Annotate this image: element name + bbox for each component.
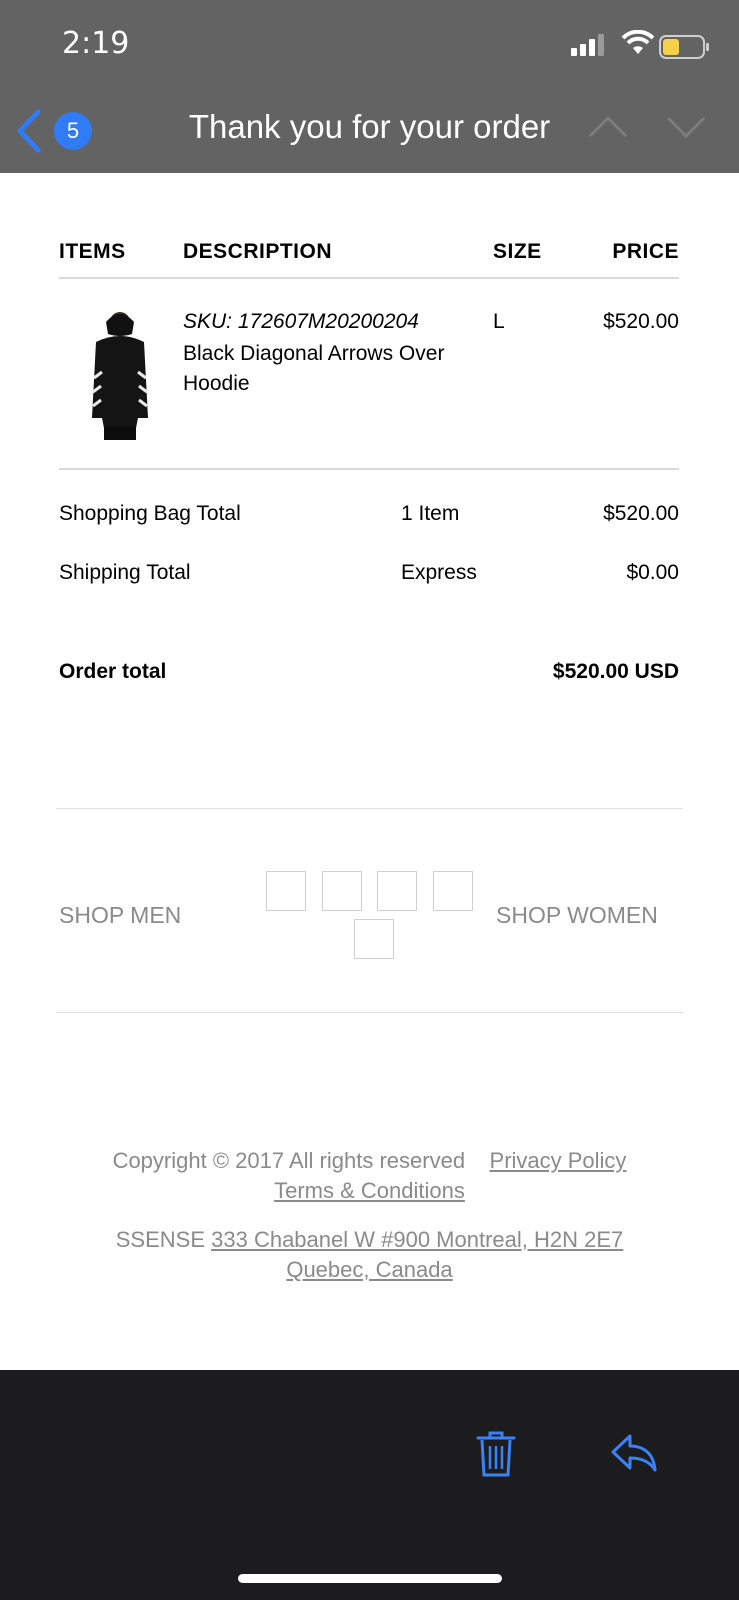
footer-address-line: SSENSE 333 Chabanel W #900 Montreal, H2N…: [0, 1227, 739, 1253]
mail-toolbar: [0, 1370, 739, 1600]
order-total-value: $520.00 USD: [552, 660, 679, 683]
footer-legal-line: Copyright © 2017 All rights reserved Pri…: [0, 1148, 739, 1174]
address-link-2[interactable]: Quebec, Canada: [286, 1257, 452, 1282]
footer-address-line2: Quebec, Canada: [0, 1257, 739, 1283]
product-sku: SKU: 172607M20200204: [183, 310, 419, 333]
divider: [56, 1012, 683, 1013]
status-time: 2:19: [62, 26, 130, 61]
terms-link[interactable]: Terms & Conditions: [274, 1178, 465, 1203]
status-icons: [571, 30, 711, 60]
mail-header: 2:19 5 Thank you for your order: [0, 0, 739, 173]
battery-icon: [659, 35, 709, 59]
column-header-items: ITEMS: [59, 240, 126, 263]
order-total-label: Order total: [59, 660, 167, 683]
trash-icon[interactable]: [476, 1430, 516, 1478]
column-header-size: SIZE: [493, 240, 542, 263]
social-image-placeholder[interactable]: [322, 871, 362, 911]
shipping-total-value: $0.00: [626, 561, 679, 584]
shop-men-link[interactable]: SHOP MEN: [59, 902, 181, 929]
social-image-placeholder[interactable]: [354, 919, 394, 959]
chevron-down-icon[interactable]: [664, 112, 708, 142]
column-header-price: PRICE: [612, 240, 679, 263]
divider: [59, 277, 679, 279]
social-image-placeholder[interactable]: [266, 871, 306, 911]
company-name: SSENSE: [115, 1227, 205, 1252]
product-image[interactable]: [88, 308, 152, 440]
chevron-up-icon[interactable]: [586, 112, 630, 142]
wifi-icon: [621, 30, 655, 54]
divider: [59, 468, 679, 470]
address-link[interactable]: 333 Chabanel W #900 Montreal, H2N 2E7: [211, 1227, 623, 1252]
divider: [56, 808, 683, 809]
footer-terms-line: Terms & Conditions: [0, 1178, 739, 1204]
product-name[interactable]: Black Diagonal Arrows Over Hoodie: [183, 339, 473, 399]
bag-total-value: $520.00: [603, 502, 679, 525]
shop-women-link[interactable]: SHOP WOMEN: [496, 902, 658, 929]
reply-icon[interactable]: [610, 1432, 658, 1474]
column-header-description: DESCRIPTION: [183, 240, 333, 263]
privacy-policy-link[interactable]: Privacy Policy: [490, 1148, 627, 1173]
social-image-placeholder[interactable]: [433, 871, 473, 911]
bag-item-count: 1 Item: [401, 502, 460, 525]
shipping-total-label: Shipping Total: [59, 561, 191, 584]
copyright-text: Copyright © 2017 All rights reserved: [112, 1148, 466, 1173]
social-image-placeholder[interactable]: [377, 871, 417, 911]
bag-total-label: Shopping Bag Total: [59, 502, 241, 525]
home-indicator[interactable]: [238, 1574, 502, 1583]
product-price: $520.00: [603, 310, 679, 333]
shipping-method: Express: [401, 561, 477, 584]
product-size: L: [493, 310, 505, 333]
signal-icon: [571, 34, 604, 56]
